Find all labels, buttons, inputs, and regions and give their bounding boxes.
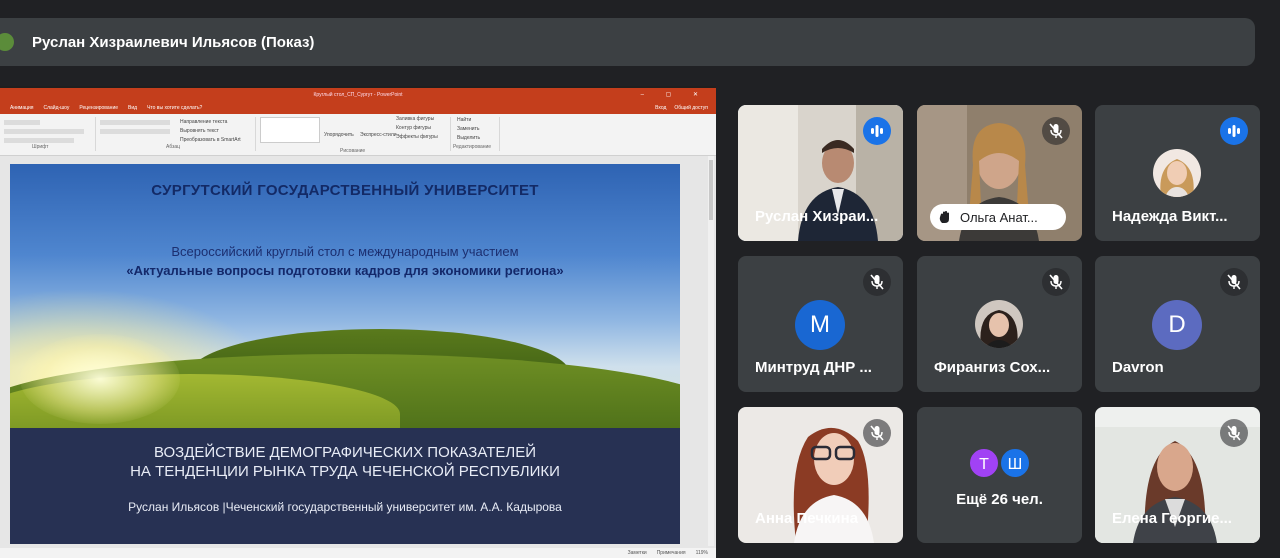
ppt-tab: Слайд-шоу (43, 105, 70, 111)
ribbon-item: Направление текста (180, 119, 228, 125)
mic-off-icon (1042, 268, 1070, 296)
participant-avatar-letter: M (795, 300, 845, 350)
window-controls-icon: – ▢ ✕ (640, 92, 708, 98)
ribbon-group-paragraph: Направление текста Выровнять текст Преоб… (96, 117, 256, 151)
ppt-status-bar: Заметки Примечания 119% (0, 548, 716, 558)
participant-name: Ольга Анат... (960, 209, 1038, 225)
slide-event: Всероссийский круглый стол с международн… (171, 244, 519, 259)
ppt-signin: Вход (655, 105, 667, 111)
participant-avatar-letter: D (1152, 300, 1202, 350)
slide-talk-title-2: НА ТЕНДЕНЦИИ РЫНКА ТРУДА ЧЕЧЕНСКОЙ РЕСПУ… (130, 463, 560, 480)
ppt-ribbon: Шрифт Направление текста Выровнять текст… (0, 114, 716, 156)
presenter-title: Руслан Хизраилевич Ильясов (Показ) (32, 33, 315, 51)
mic-off-icon (863, 268, 891, 296)
mic-off-icon (1220, 268, 1248, 296)
participant-name: Надежда Викт... (1112, 208, 1228, 225)
ribbon-item: Найти (457, 117, 472, 123)
ppt-tell-me: Что вы хотите сделать? (147, 105, 203, 111)
participant-avatar-photo (1153, 149, 1201, 197)
slide-author: Руслан Ильясов |Чеченский государственны… (128, 500, 562, 514)
ppt-tab: Анимация (10, 105, 34, 111)
ribbon-item: Контур фигуры (396, 125, 431, 131)
ribbon-item: Преобразовать в SmartArt (180, 137, 241, 143)
participant-avatar-letter: Т (968, 447, 1000, 479)
participant-tile[interactable]: Елена Георгие... (1095, 407, 1260, 543)
slide-landscape-image (10, 164, 680, 474)
ribbon-item: Заливка фигуры (396, 116, 435, 122)
slide-talk-title-1: ВОЗДЕЙСТВИЕ ДЕМОГРАФИЧЕСКИХ ПОКАЗАТЕЛЕЙ (153, 444, 537, 461)
mic-off-icon (1220, 419, 1248, 447)
speaking-indicator-icon (863, 117, 891, 145)
participant-name: Руслан Хизраи... (755, 208, 879, 225)
ribbon-label: Редактирование (453, 144, 492, 150)
participant-name: Анна Печкина (755, 510, 859, 527)
presenter-avatar (0, 33, 14, 51)
meet-window: Руслан Хизраилевич Ильясов (Показ) Кругл… (0, 0, 1280, 558)
ribbon-group-editing: Найти Заменить Выделить Редактирование (450, 117, 500, 151)
ribbon-item: Выделить (457, 135, 481, 141)
shared-screen: Круглый стол_СП_Сургут - PowerPoint – ▢ … (0, 86, 716, 558)
participant-tile[interactable]: Надежда Викт... (1095, 105, 1260, 241)
ribbon-label: Рисование (340, 148, 366, 154)
participant-name: Davron (1112, 359, 1164, 376)
ppt-window-title: Круглый стол_СП_Сургут - PowerPoint (313, 92, 403, 98)
participant-avatar-letter: Ш (999, 447, 1031, 479)
slide-footer-band: ВОЗДЕЙСТВИЕ ДЕМОГРАФИЧЕСКИХ ПОКАЗАТЕЛЕЙ … (10, 428, 680, 544)
ribbon-label: Шрифт (32, 144, 49, 150)
participant-tile[interactable]: Фирангиз Сох... (917, 256, 1082, 392)
ppt-share: Общий доступ (674, 105, 708, 111)
raised-hand-icon (939, 211, 949, 223)
participant-name: Минтруд ДНР ... (755, 359, 872, 376)
status-notes: Заметки (627, 550, 647, 556)
ribbon-item: Заменить (457, 126, 480, 132)
participant-tile[interactable]: Ольга Анат... (917, 105, 1082, 241)
status-zoom: 119% (695, 550, 708, 556)
ribbon-item: Выровнять текст (180, 128, 219, 134)
participant-name: Фирангиз Сох... (934, 359, 1051, 376)
ribbon-group-font: Шрифт (0, 117, 96, 151)
participant-tile[interactable]: Анна Печкина (738, 407, 903, 543)
status-comments: Примечания (656, 550, 686, 556)
more-participants-count: Ещё 26 чел. (956, 491, 1043, 508)
ribbon-label: Абзац (166, 144, 181, 150)
participant-avatar-photo (975, 300, 1023, 348)
ppt-title-bar: Круглый стол_СП_Сургут - PowerPoint – ▢ … (0, 88, 716, 102)
mic-off-icon (1042, 117, 1070, 145)
presenter-banner: Руслан Хизраилевич Ильясов (Показ) (0, 18, 1255, 66)
participant-name: Елена Георгие... (1112, 510, 1232, 527)
slide-university: СУРГУТСКИЙ ГОСУДАРСТВЕННЫЙ УНИВЕРСИТЕТ (151, 182, 539, 199)
slide-canvas: СУРГУТСКИЙ ГОСУДАРСТВЕННЫЙ УНИВЕРСИТЕТ В… (0, 156, 716, 558)
ppt-scrollbar (708, 156, 714, 546)
ribbon-item: Экспресс-стили (360, 132, 397, 138)
participant-tile[interactable]: M Минтруд ДНР ... (738, 256, 903, 392)
participant-tile[interactable]: D Davron (1095, 256, 1260, 392)
slide-event-title: «Актуальные вопросы подготовки кадров дл… (126, 263, 564, 278)
shapes-gallery (260, 117, 320, 143)
ppt-tab: Вид (128, 105, 138, 111)
ribbon-item: Эффекты фигуры (396, 134, 438, 140)
participant-tile[interactable]: Руслан Хизраи... (738, 105, 903, 241)
more-participants-tile[interactable]: Т Ш Ещё 26 чел. (917, 407, 1082, 543)
slide: СУРГУТСКИЙ ГОСУДАРСТВЕННЫЙ УНИВЕРСИТЕТ В… (10, 164, 680, 544)
ppt-ribbon-tabs: Анимация Слайд-шоу Рецензирование Вид Чт… (0, 102, 716, 114)
mic-off-icon (863, 419, 891, 447)
ppt-tab: Рецензирование (79, 105, 119, 111)
speaking-indicator-icon (1220, 117, 1248, 145)
ribbon-item: Упорядочить (324, 132, 354, 138)
raised-hand-chip: Ольга Анат... (930, 204, 1066, 230)
